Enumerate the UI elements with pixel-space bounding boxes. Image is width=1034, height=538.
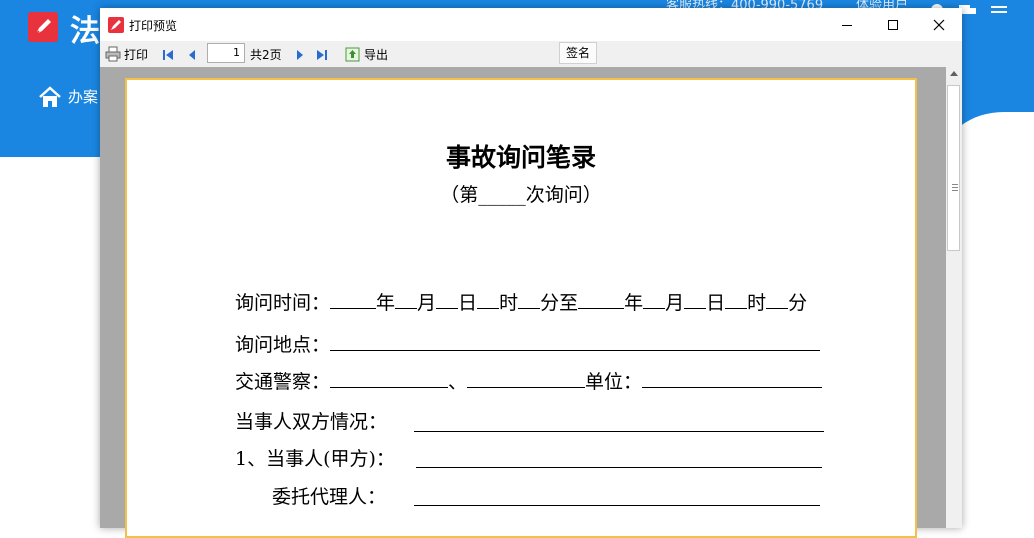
maximize-button[interactable] xyxy=(870,8,916,41)
print-icon xyxy=(105,46,121,62)
logo-icon xyxy=(28,12,58,42)
police-label: 交通警察： xyxy=(235,371,331,393)
unit-label: 单位： xyxy=(585,371,643,393)
time-unit: 月 xyxy=(665,292,685,314)
export-button[interactable]: 导出 xyxy=(345,45,388,63)
document-page: 事故询问笔录 （第_____次询问） 询问时间：年月日时分至年月日时分 询问地点… xyxy=(125,78,917,538)
close-button[interactable] xyxy=(916,8,962,41)
total-pages: 共2页 xyxy=(250,47,282,62)
document-title: 事故询问笔录 xyxy=(445,143,596,172)
dialog-titlebar: 打印预览 xyxy=(100,8,962,41)
agent-line: 委托代理人： xyxy=(272,482,386,509)
export-icon xyxy=(345,47,360,61)
maximize-icon xyxy=(888,19,898,30)
export-label: 导出 xyxy=(364,47,389,62)
close-icon xyxy=(933,19,945,30)
minimize-button[interactable] xyxy=(824,8,870,41)
vertical-scrollbar[interactable] xyxy=(946,67,962,528)
print-label: 打印 xyxy=(124,47,149,62)
time-unit: 月 xyxy=(417,292,437,314)
agent-underline xyxy=(414,505,820,506)
time-unit: 时 xyxy=(499,292,519,314)
nav-item-label[interactable]: 办案 xyxy=(68,86,98,107)
grip-icon xyxy=(952,184,958,191)
last-page-icon[interactable] xyxy=(316,49,328,61)
document-subtitle: （第_____次询问） xyxy=(440,184,602,206)
home-icon[interactable] xyxy=(38,86,62,108)
minimize-icon xyxy=(842,24,852,26)
app-name: 法 xyxy=(70,14,100,49)
scroll-thumb[interactable] xyxy=(947,85,960,251)
traffic-police-line: 交通警察： 、 单位： xyxy=(235,367,823,394)
scroll-up-icon[interactable] xyxy=(950,71,958,76)
parties-line: 当事人双方情况： xyxy=(235,407,387,434)
inquiry-place-line: 询问地点： xyxy=(235,330,821,357)
place-label: 询问地点： xyxy=(235,334,331,356)
preview-toolbar: 打印 1 共2页 导出 签名 xyxy=(100,41,962,68)
first-page-icon[interactable] xyxy=(162,49,174,61)
time-unit: 时 xyxy=(747,292,767,314)
menu-icon[interactable] xyxy=(990,4,1008,18)
inquiry-time-line: 询问时间：年月日时分至年月日时分 xyxy=(235,288,807,315)
print-button[interactable]: 打印 xyxy=(105,45,148,63)
agent-label: 委托代理人： xyxy=(272,486,387,508)
sign-button[interactable]: 签名 xyxy=(559,42,597,64)
time-unit: 日 xyxy=(706,292,726,314)
time-unit: 分至 xyxy=(540,292,579,314)
police-separator: 、 xyxy=(448,371,468,393)
time-label: 询问时间： xyxy=(235,292,331,314)
dialog-title: 打印预览 xyxy=(129,19,178,33)
time-unit: 年 xyxy=(376,292,396,314)
print-preview-dialog: 打印预览 打印 1 共2页 导出 签名 事故询问笔录 （第_____次询问） 询… xyxy=(100,8,962,538)
party-a-line: 1、当事人(甲方)： xyxy=(235,444,395,471)
time-unit: 分 xyxy=(788,292,808,314)
page-number-input[interactable]: 1 xyxy=(207,43,245,63)
time-unit: 日 xyxy=(458,292,478,314)
next-page-icon[interactable] xyxy=(294,49,306,61)
time-unit: 年 xyxy=(624,292,644,314)
parties-underline xyxy=(414,431,824,432)
party-a-underline xyxy=(416,467,822,468)
prev-page-icon[interactable] xyxy=(186,49,198,61)
app-icon xyxy=(108,17,124,33)
party-a-label: 1、当事人(甲方)： xyxy=(235,448,395,470)
parties-label: 当事人双方情况： xyxy=(235,411,388,433)
